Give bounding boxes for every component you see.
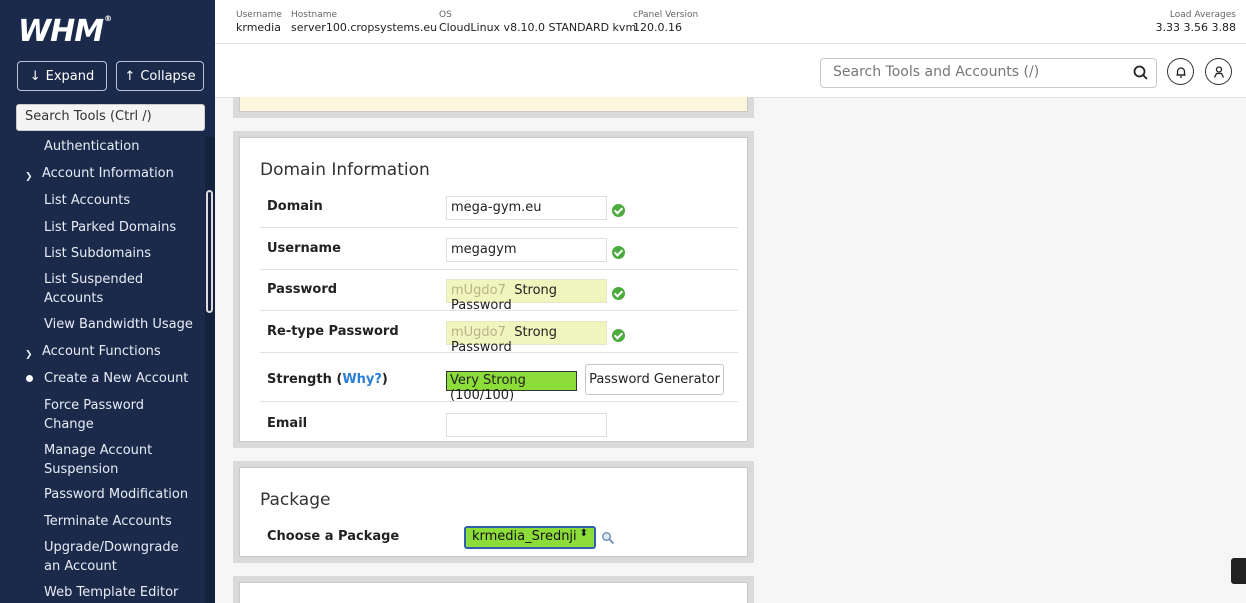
sidebar-category-account-information[interactable]: ❯ Account Information [25, 164, 174, 183]
sidebar-item-list-accounts[interactable]: List Accounts [44, 191, 194, 210]
search-tools-accounts-input[interactable]: Search Tools and Accounts (/) [820, 58, 1157, 88]
magnifier-icon[interactable] [601, 531, 615, 545]
collapse-label: Collapse [140, 68, 196, 84]
sidebar: WHM® ↓ Expand ↑ Collapse Search Tools (C… [0, 0, 215, 603]
header-load-averages: Load Averages 3.33 3.56 3.88 [1155, 10, 1236, 34]
expand-button[interactable]: ↓ Expand [17, 61, 107, 91]
sidebar-item-upgrade-downgrade[interactable]: Upgrade/Downgrade an Account [44, 538, 184, 576]
next-section-panel [233, 576, 754, 603]
email-label: Email [267, 416, 308, 431]
divider [260, 310, 738, 311]
sidebar-category-account-functions[interactable]: ❯ Account Functions [25, 342, 161, 361]
sidebar-item-view-bandwidth-usage[interactable]: View Bandwidth Usage [44, 315, 194, 334]
notice-box [239, 97, 748, 112]
sidebar-item-list-subdomains[interactable]: List Subdomains [44, 244, 194, 263]
select-arrows-icon: ⬍ [579, 528, 588, 539]
check-icon [612, 329, 625, 342]
header-cpanel-version: cPanel Version 120.0.16 [633, 10, 699, 34]
divider [260, 352, 738, 353]
package-title: Package [260, 490, 331, 510]
user-icon [1213, 65, 1224, 78]
header-os: OS CloudLinux v8.10.0 STANDARD kvm [439, 10, 637, 34]
divider [260, 269, 738, 270]
choose-package-label: Choose a Package [267, 529, 400, 544]
arrow-up-icon: ↑ [124, 68, 136, 84]
header-hostname: Hostname server100.cropsystems.eu [291, 10, 438, 34]
username-input[interactable]: megagym [446, 238, 607, 262]
password-label: Password [267, 282, 338, 297]
sidebar-item-list-parked-domains[interactable]: List Parked Domains [44, 218, 194, 237]
whm-logo[interactable]: WHM® [18, 14, 112, 49]
domain-label: Domain [267, 199, 323, 214]
notice-panel [233, 97, 754, 118]
retype-password-label: Re-type Password [267, 324, 399, 339]
password-strength-meter: Very Strong (100/100) [446, 371, 577, 403]
domain-information-title: Domain Information [260, 160, 430, 180]
divider [260, 401, 738, 402]
retype-password-input[interactable]: mUgdo7 Strong Password [446, 321, 607, 355]
email-input[interactable] [446, 413, 607, 437]
package-panel: Package Choose a Package krmedia_Srednji… [233, 461, 754, 563]
sidebar-item-manage-account-suspension[interactable]: Manage Account Suspension [44, 441, 179, 479]
next-section-box [239, 582, 748, 603]
sidebar-item-force-password-change[interactable]: Force Password Change [44, 396, 179, 434]
domain-information-box: Domain Information Domain mega-gym.eu Us… [239, 137, 748, 442]
notifications-button[interactable] [1167, 58, 1194, 85]
sidebar-item-password-modification[interactable]: Password Modification [44, 485, 194, 504]
strength-label: Strength (Why?) [267, 372, 388, 387]
expand-label: Expand [45, 68, 95, 84]
active-indicator-icon [26, 375, 33, 382]
username-label: Username [267, 241, 341, 256]
sidebar-item-authentication[interactable]: Authentication [44, 137, 194, 156]
chevron-down-icon: ❯ [25, 172, 33, 182]
sidebar-nav: Authentication ❯ Account Information Lis… [0, 137, 205, 603]
collapse-button[interactable]: ↑ Collapse [116, 61, 204, 91]
sidebar-item-web-template-editor[interactable]: Web Template Editor [44, 583, 194, 602]
domain-information-panel: Domain Information Domain mega-gym.eu Us… [233, 131, 754, 448]
sidebar-item-create-new-account[interactable]: Create a New Account [26, 369, 194, 388]
domain-input[interactable]: mega-gym.eu [446, 196, 607, 220]
search-icon[interactable] [1132, 64, 1150, 82]
sidebar-scrollbar-thumb[interactable] [206, 190, 213, 313]
top-toolbar: Search Tools and Accounts (/) [215, 44, 1246, 98]
sidebar-item-terminate-accounts[interactable]: Terminate Accounts [44, 512, 194, 531]
check-icon [612, 287, 625, 300]
sidebar-item-list-suspended-accounts[interactable]: List Suspended Accounts [44, 270, 184, 308]
chevron-down-icon: ❯ [25, 350, 33, 360]
password-input[interactable]: mUgdo7 Strong Password [446, 279, 607, 313]
divider [260, 227, 738, 228]
check-icon [612, 204, 625, 217]
bell-icon [1176, 66, 1185, 78]
server-info-bar: Username krmedia Hostname server100.crop… [215, 0, 1246, 44]
header-username: Username krmedia [236, 10, 282, 34]
package-select[interactable]: krmedia_Srednji ⬍ [464, 526, 596, 549]
check-icon [612, 246, 625, 259]
password-generator-button[interactable]: Password Generator [585, 364, 724, 395]
user-menu-button[interactable] [1205, 58, 1232, 85]
chart-widget-icon[interactable] [1231, 558, 1246, 584]
package-box: Package Choose a Package krmedia_Srednji… [239, 467, 748, 557]
sidebar-search-input[interactable]: Search Tools (Ctrl /) [16, 104, 205, 131]
why-link[interactable]: Why? [342, 372, 382, 387]
arrow-down-icon: ↓ [29, 68, 41, 84]
